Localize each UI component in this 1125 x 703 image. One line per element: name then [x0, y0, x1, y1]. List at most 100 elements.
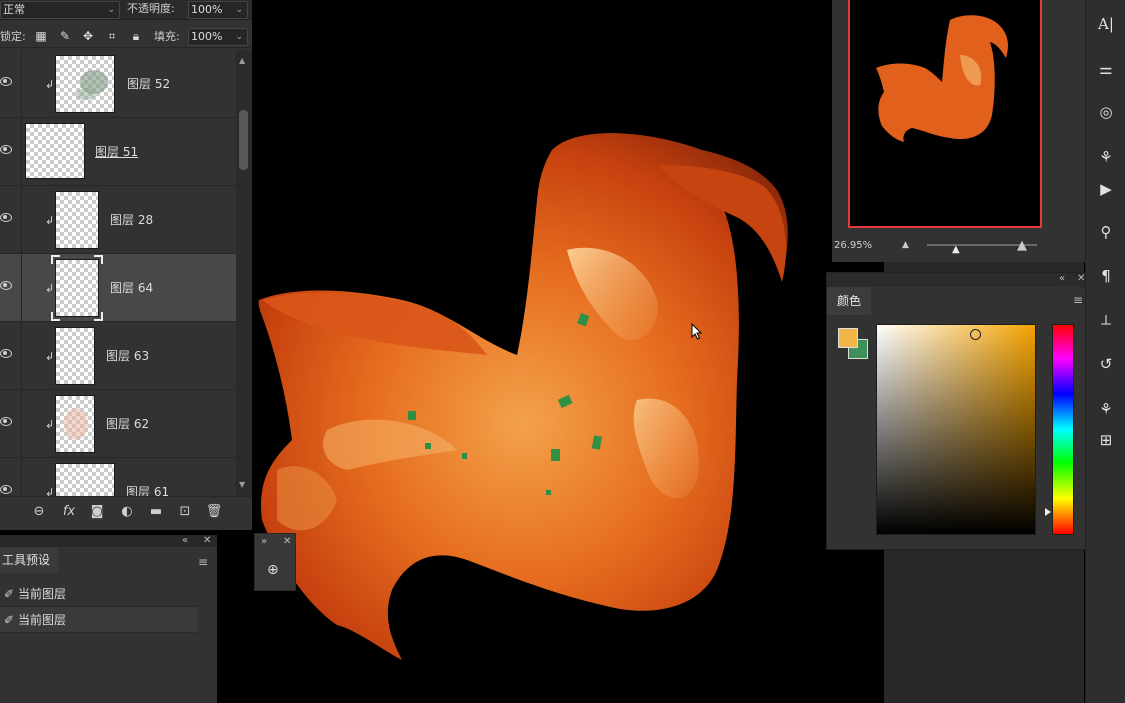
- fill-value: 100%: [191, 30, 223, 43]
- opacity-value: 100%: [191, 3, 223, 16]
- layer-thumbnail: [55, 191, 99, 249]
- panel-icon[interactable]: ⊕: [267, 562, 279, 578]
- properties-icon[interactable]: ⊞: [1094, 428, 1118, 452]
- lock-all-icon[interactable]: 🔒︎: [129, 29, 143, 43]
- thumbnail-content: [76, 70, 108, 100]
- clipping-arrow-icon: ↲: [45, 78, 55, 91]
- layer-thumbnail: [55, 55, 115, 113]
- play-icon[interactable]: ▶: [1094, 177, 1118, 201]
- character-icon[interactable]: A|: [1094, 12, 1118, 36]
- channels-icon[interactable]: ⚘: [1094, 397, 1118, 421]
- navigator-thumbnail: [876, 15, 1008, 143]
- chevron-down-icon: ⌄: [235, 5, 243, 15]
- layer-row[interactable]: 图层 51: [0, 118, 236, 186]
- adjustments-icon[interactable]: ⚌: [1094, 57, 1118, 81]
- lock-transparent-pixels-icon[interactable]: ▦: [34, 29, 48, 43]
- preset-label: 当前图层: [18, 613, 67, 627]
- opacity-field[interactable]: 100% ⌄: [188, 1, 248, 19]
- eye-icon[interactable]: [0, 144, 12, 154]
- eye-icon[interactable]: [0, 76, 12, 86]
- layer-name: 图层 28: [110, 213, 154, 227]
- close-icon[interactable]: ✕: [203, 535, 211, 546]
- eye-icon[interactable]: [0, 416, 12, 426]
- brush-preset-icon: ✐: [3, 613, 15, 627]
- paragraph-icon[interactable]: ¶: [1094, 264, 1118, 288]
- tab-color[interactable]: 颜色: [827, 287, 871, 315]
- zoom-out-icon[interactable]: ▲: [902, 240, 909, 250]
- preset-label: 当前图层: [18, 587, 67, 601]
- navigator-preview[interactable]: [848, 0, 1042, 228]
- document-canvas[interactable]: [217, 0, 884, 703]
- link-icon[interactable]: ⊖: [30, 503, 48, 521]
- layer-row[interactable]: ↲ 图层 28: [0, 186, 236, 254]
- 3d-icon[interactable]: ◎: [1094, 100, 1118, 124]
- eye-icon[interactable]: [0, 280, 12, 290]
- adjustment-icon[interactable]: ◐: [118, 503, 136, 521]
- layers-panel: 正常 ⌄ 不透明度: 100% ⌄ 锁定: ▦ ✎ ✥ ⌗ 🔒︎ 填充: 100…: [0, 0, 252, 530]
- foreground-color-swatch[interactable]: [838, 328, 858, 348]
- divider: [21, 254, 22, 322]
- path-icon[interactable]: ⟂: [1094, 308, 1118, 332]
- panel-menu-icon[interactable]: ≡: [198, 555, 208, 569]
- scroll-down-icon[interactable]: ▼: [239, 480, 245, 489]
- lock-artboard-icon[interactable]: ⌗: [105, 29, 119, 43]
- blend-options-row: 正常 ⌄ 不透明度: 100% ⌄: [0, 0, 252, 20]
- thumbnail-content: [64, 408, 88, 440]
- fill-label: 填充:: [154, 30, 180, 43]
- preset-item[interactable]: ✐ 当前图层: [0, 581, 198, 607]
- zoom-value[interactable]: 26.95%: [834, 240, 872, 251]
- fill-field[interactable]: 100% ⌄: [188, 28, 248, 46]
- hue-slider[interactable]: [1052, 324, 1074, 535]
- new-layer-icon[interactable]: ⊡: [176, 503, 194, 521]
- divider: [21, 118, 22, 186]
- blend-mode-value: 正常: [3, 3, 25, 16]
- zoom-slider-handle[interactable]: ▲: [952, 244, 960, 255]
- mouse-cursor: [691, 323, 703, 340]
- clipping-arrow-icon: ↲: [45, 418, 55, 431]
- divider: [21, 50, 22, 118]
- eye-icon[interactable]: [0, 484, 12, 494]
- layer-thumbnail: [55, 327, 95, 385]
- fx-icon[interactable]: fx: [60, 503, 78, 521]
- layer-row[interactable]: ↲ 图层 52: [0, 50, 236, 118]
- preset-item[interactable]: ✐ 当前图层: [0, 607, 198, 633]
- right-panel-toolbar: A| ⚌ ◎ ⚘ ▶ ⚲ ¶ ⟂ ↺ ⚘ ⊞: [1085, 0, 1125, 703]
- layer-row-selected[interactable]: ↲ 图层 64: [0, 254, 236, 322]
- layer-row[interactable]: ↲ 图层 62: [0, 390, 236, 458]
- brush-settings-icon[interactable]: ⚘: [1094, 145, 1118, 169]
- lock-image-pixels-icon[interactable]: ✎: [58, 29, 72, 43]
- mask-icon[interactable]: ◙: [88, 503, 106, 521]
- clone-source-icon[interactable]: ⚲: [1094, 220, 1118, 244]
- blend-mode-dropdown[interactable]: 正常 ⌄: [0, 1, 120, 19]
- folder-icon[interactable]: ▬: [147, 503, 165, 521]
- floating-mini-panel: » ✕ ⊕: [254, 533, 296, 591]
- layer-row[interactable]: ↲ 图层 63: [0, 322, 236, 390]
- navigator-panel: 26.95% ▲ ▲ ▲: [832, 0, 1085, 262]
- eye-icon[interactable]: [0, 212, 12, 222]
- layer-row[interactable]: ↲ 图层 61: [0, 458, 236, 496]
- panel-menu-icon[interactable]: ≡: [1073, 293, 1083, 307]
- scrollbar-thumb[interactable]: [239, 110, 248, 170]
- zoom-in-icon[interactable]: ▲: [1017, 238, 1027, 253]
- layer-thumbnail: [55, 463, 115, 496]
- collapse-icon[interactable]: «: [1059, 273, 1065, 284]
- expand-icon[interactable]: »: [261, 536, 267, 547]
- color-panel: « ✕ 颜色 ≡: [826, 272, 1092, 550]
- scroll-up-icon[interactable]: ▲: [239, 56, 245, 65]
- trash-icon[interactable]: 🗑︎: [205, 503, 223, 521]
- lock-position-icon[interactable]: ✥: [81, 29, 95, 43]
- lock-row: 锁定: ▦ ✎ ✥ ⌗ 🔒︎ 填充: 100% ⌄: [0, 26, 252, 48]
- tool-presets-panel: « ✕ 工具预设 ≡ ✐ 当前图层 ✐ 当前图层: [0, 535, 217, 703]
- panel-header-bar: « ✕: [827, 273, 1091, 287]
- collapse-icon[interactable]: «: [182, 535, 188, 546]
- close-icon[interactable]: ✕: [283, 536, 291, 547]
- saturation-brightness-field[interactable]: [876, 324, 1036, 535]
- color-picker-marker[interactable]: [970, 329, 981, 340]
- hue-slider-marker[interactable]: [1045, 508, 1051, 516]
- divider: [21, 458, 22, 496]
- eye-icon[interactable]: [0, 348, 12, 358]
- tab-tool-presets[interactable]: 工具预设: [0, 547, 58, 573]
- layer-thumbnail: [55, 395, 95, 453]
- layer-name: 图层 51: [95, 145, 139, 159]
- history-icon[interactable]: ↺: [1094, 352, 1118, 376]
